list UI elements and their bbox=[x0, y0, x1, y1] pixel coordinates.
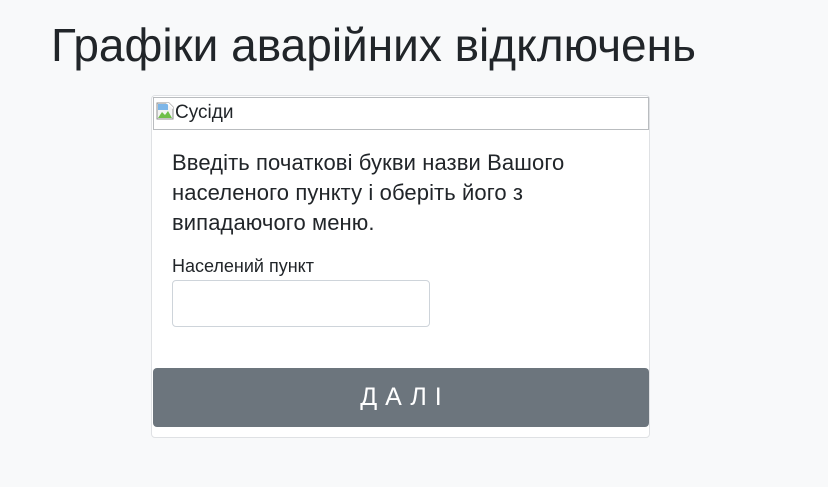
page-title: Графіки аварійних відключень bbox=[51, 19, 697, 71]
instruction-text: Введіть початкові букви назви Вашого нас… bbox=[172, 150, 565, 235]
card-header-image: Сусіди bbox=[153, 97, 649, 130]
locality-label: Населений пункт bbox=[172, 256, 314, 276]
locality-card: Сусіди Введіть початкові букви назви Ваш… bbox=[151, 95, 650, 438]
page: Графіки аварійних відключень Сусіди Введ… bbox=[0, 0, 828, 487]
broken-image-icon bbox=[156, 102, 174, 120]
next-button[interactable]: ДАЛІ bbox=[153, 368, 649, 427]
image-alt-text: Сусіди bbox=[175, 102, 234, 123]
locality-input[interactable] bbox=[172, 280, 430, 327]
card-body: Введіть початкові букви назви Вашого нас… bbox=[172, 148, 632, 327]
